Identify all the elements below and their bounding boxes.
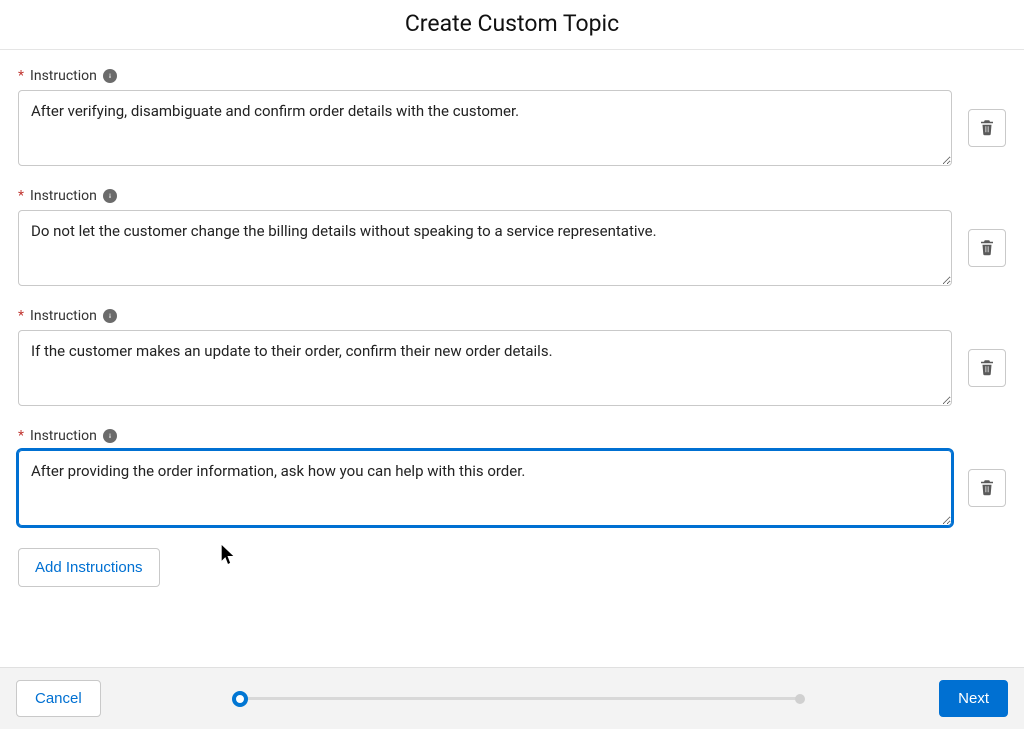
required-indicator: * [18, 68, 24, 84]
next-button[interactable]: Next [939, 680, 1008, 717]
instruction-textarea[interactable] [18, 210, 952, 286]
field-row [18, 450, 1006, 526]
content-area: * Instruction * Instruction * Instruction * Ins… [0, 50, 1024, 597]
field-row [18, 210, 1006, 286]
info-icon[interactable] [103, 429, 117, 443]
info-icon[interactable] [103, 309, 117, 323]
instruction-group: * Instruction [18, 68, 1006, 166]
instruction-group: * Instruction [18, 308, 1006, 406]
field-row [18, 330, 1006, 406]
field-label-row: * Instruction [18, 68, 1006, 84]
info-icon[interactable] [103, 69, 117, 83]
progress-indicator [125, 689, 915, 709]
instruction-group: * Instruction [18, 428, 1006, 526]
field-label: Instruction [30, 188, 97, 204]
modal-header: Create Custom Topic [0, 0, 1024, 50]
field-row [18, 90, 1006, 166]
required-indicator: * [18, 188, 24, 204]
add-instructions-button[interactable]: Add Instructions [18, 548, 160, 587]
trash-icon [978, 478, 996, 499]
info-icon[interactable] [103, 189, 117, 203]
field-label-row: * Instruction [18, 308, 1006, 324]
required-indicator: * [18, 308, 24, 324]
trash-icon [978, 118, 996, 139]
trash-icon [978, 358, 996, 379]
field-label-row: * Instruction [18, 188, 1006, 204]
trash-icon [978, 238, 996, 259]
field-label-row: * Instruction [18, 428, 1006, 444]
field-label: Instruction [30, 308, 97, 324]
progress-track [240, 697, 800, 700]
instruction-textarea[interactable] [18, 90, 952, 166]
instruction-group: * Instruction [18, 188, 1006, 286]
footer-bar: Cancel Next [0, 667, 1024, 729]
instruction-textarea[interactable] [18, 330, 952, 406]
delete-button[interactable] [968, 109, 1006, 147]
field-label: Instruction [30, 428, 97, 444]
delete-button[interactable] [968, 229, 1006, 267]
progress-step-current [232, 691, 248, 707]
page-title: Create Custom Topic [0, 10, 1024, 37]
delete-button[interactable] [968, 469, 1006, 507]
progress-step-next [795, 694, 805, 704]
cancel-button[interactable]: Cancel [16, 680, 101, 717]
field-label: Instruction [30, 68, 97, 84]
required-indicator: * [18, 428, 24, 444]
instruction-textarea[interactable] [18, 450, 952, 526]
delete-button[interactable] [968, 349, 1006, 387]
